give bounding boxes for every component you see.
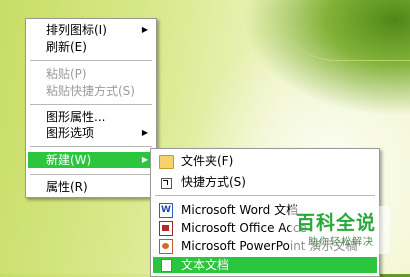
access-database-icon bbox=[159, 221, 173, 236]
submenu-arrow-icon: ▶ bbox=[141, 25, 148, 34]
menu-item-graphics-options[interactable]: 图形选项 ▶ bbox=[28, 125, 154, 141]
menu-separator bbox=[30, 146, 152, 147]
menu-item-label: 粘贴(P) bbox=[46, 67, 87, 81]
menu-item-label: 排列图标(I) bbox=[46, 23, 107, 37]
menu-item-label: 属性(R) bbox=[46, 180, 88, 194]
menu-item-label: 粘贴快捷方式(S) bbox=[46, 84, 135, 98]
word-document-icon bbox=[159, 203, 173, 218]
submenu-arrow-icon: ▶ bbox=[141, 128, 148, 137]
folder-icon bbox=[159, 155, 174, 169]
powerpoint-icon bbox=[159, 239, 173, 254]
menu-item-label: 刷新(E) bbox=[46, 40, 87, 54]
menu-item-label: Microsoft Office Acce bbox=[181, 221, 307, 235]
menu-separator bbox=[30, 60, 152, 61]
watermark-subtitle: 助你轻松解决 bbox=[308, 237, 374, 248]
shortcut-icon bbox=[161, 178, 172, 189]
menu-item-label: 快捷方式(S) bbox=[181, 175, 246, 189]
text-document-icon bbox=[161, 259, 172, 272]
submenu-item-shortcut[interactable]: 快捷方式(S) bbox=[153, 174, 377, 190]
submenu-arrow-icon: ▶ bbox=[141, 155, 148, 164]
menu-item-label: 图形属性... bbox=[46, 110, 106, 124]
menu-item-label: Microsoft Word 文档 bbox=[181, 203, 299, 217]
menu-item-arrange-icons[interactable]: 排列图标(I) ▶ bbox=[28, 22, 154, 38]
menu-item-label: 文本文档 bbox=[181, 258, 230, 272]
menu-item-label: 新建(W) bbox=[46, 153, 92, 167]
menu-item-label: 图形选项 bbox=[46, 126, 95, 140]
submenu-item-folder[interactable]: 文件夹(F) bbox=[153, 153, 377, 169]
menu-separator bbox=[30, 104, 152, 105]
watermark: 百科全说 助你轻松解决 bbox=[290, 206, 390, 254]
menu-item-label: 文件夹(F) bbox=[181, 154, 234, 168]
menu-separator bbox=[30, 174, 152, 175]
wallpaper-leaf-vein bbox=[275, 0, 410, 61]
watermark-title: 百科全说 bbox=[296, 212, 377, 234]
desktop-context-menu: 排列图标(I) ▶ 刷新(E) 粘贴(P) 粘贴快捷方式(S) 图形属性... … bbox=[25, 18, 157, 198]
menu-item-refresh[interactable]: 刷新(E) bbox=[28, 39, 154, 55]
menu-separator bbox=[155, 195, 375, 196]
menu-item-paste-shortcut[interactable]: 粘贴快捷方式(S) bbox=[28, 83, 154, 99]
submenu-item-text-document[interactable]: 文本文档 bbox=[153, 257, 377, 273]
menu-item-graphics-properties[interactable]: 图形属性... bbox=[28, 109, 154, 125]
menu-item-properties[interactable]: 属性(R) bbox=[28, 179, 154, 195]
menu-item-paste[interactable]: 粘贴(P) bbox=[28, 66, 154, 82]
menu-item-new[interactable]: 新建(W) ▶ bbox=[28, 152, 154, 168]
